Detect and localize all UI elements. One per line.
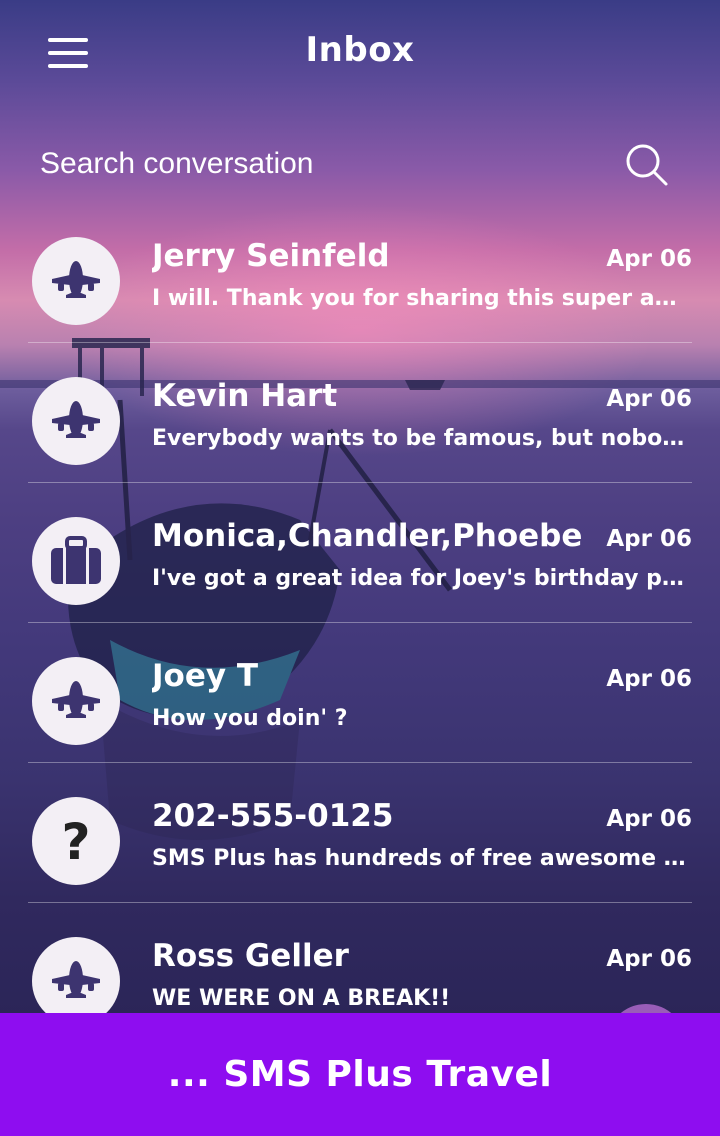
contact-name: Monica,Chandler,Phoebe bbox=[152, 518, 583, 554]
message-snippet: I will. Thank you for sharing this super… bbox=[152, 286, 692, 311]
divider bbox=[28, 762, 692, 763]
theme-banner[interactable]: ... SMS Plus Travel bbox=[0, 1013, 720, 1136]
message-date: Apr 06 bbox=[606, 666, 692, 692]
message-date: Apr 06 bbox=[606, 946, 692, 972]
conversation-item[interactable]: Joey T Apr 06 How you doin' ? bbox=[0, 652, 720, 792]
banner-text: ... SMS Plus Travel bbox=[167, 1054, 553, 1095]
question-mark-icon: ? bbox=[56, 813, 96, 869]
contact-name: Ross Geller bbox=[152, 938, 349, 974]
message-date: Apr 06 bbox=[606, 246, 692, 272]
conversation-item[interactable]: Jerry Seinfeld Apr 06 I will. Thank you fo… bbox=[0, 232, 720, 372]
message-snippet: How you doin' ? bbox=[152, 706, 348, 731]
divider bbox=[28, 902, 692, 903]
conversation-item[interactable]: ? 202-555-0125 Apr 06 SMS Plus has hundreds… bbox=[0, 792, 720, 932]
suitcase-icon bbox=[49, 536, 103, 586]
contact-name: Jerry Seinfeld bbox=[152, 238, 390, 274]
avatar[interactable] bbox=[32, 377, 120, 465]
conversation-item[interactable]: Kevin Hart Apr 06 Everybody wants to be fa… bbox=[0, 372, 720, 512]
avatar[interactable] bbox=[32, 937, 120, 1025]
divider bbox=[28, 622, 692, 623]
message-snippet: SMS Plus has hundreds of free awesome th… bbox=[152, 846, 692, 871]
contact-name: 202-555-0125 bbox=[152, 798, 394, 834]
airplane-icon bbox=[48, 677, 104, 725]
message-snippet: Everybody wants to be famous, but nobody… bbox=[152, 426, 692, 451]
app-bar: Inbox bbox=[0, 0, 720, 110]
avatar[interactable]: ? bbox=[32, 797, 120, 885]
divider bbox=[28, 482, 692, 483]
search-icon bbox=[626, 144, 668, 186]
page-title: Inbox bbox=[305, 30, 415, 70]
search-input[interactable] bbox=[40, 140, 600, 188]
message-snippet: WE WERE ON A BREAK!! bbox=[152, 986, 451, 1011]
conversation-list: Jerry Seinfeld Apr 06 I will. Thank you fo… bbox=[0, 232, 720, 1072]
airplane-icon bbox=[48, 957, 104, 1005]
airplane-icon bbox=[48, 257, 104, 305]
search-bar bbox=[0, 130, 720, 200]
conversation-item[interactable]: Monica,Chandler,Phoebe Apr 06 I've got a g… bbox=[0, 512, 720, 652]
message-date: Apr 06 bbox=[606, 386, 692, 412]
avatar[interactable] bbox=[32, 517, 120, 605]
avatar[interactable] bbox=[32, 657, 120, 745]
contact-name: Kevin Hart bbox=[152, 378, 338, 414]
message-date: Apr 06 bbox=[606, 526, 692, 552]
divider bbox=[28, 342, 692, 343]
svg-text:?: ? bbox=[61, 813, 90, 869]
message-snippet: I've got a great idea for Joey's birthda… bbox=[152, 566, 692, 591]
search-button[interactable] bbox=[620, 138, 674, 192]
airplane-icon bbox=[48, 397, 104, 445]
message-date: Apr 06 bbox=[606, 806, 692, 832]
avatar[interactable] bbox=[32, 237, 120, 325]
contact-name: Joey T bbox=[152, 658, 259, 694]
